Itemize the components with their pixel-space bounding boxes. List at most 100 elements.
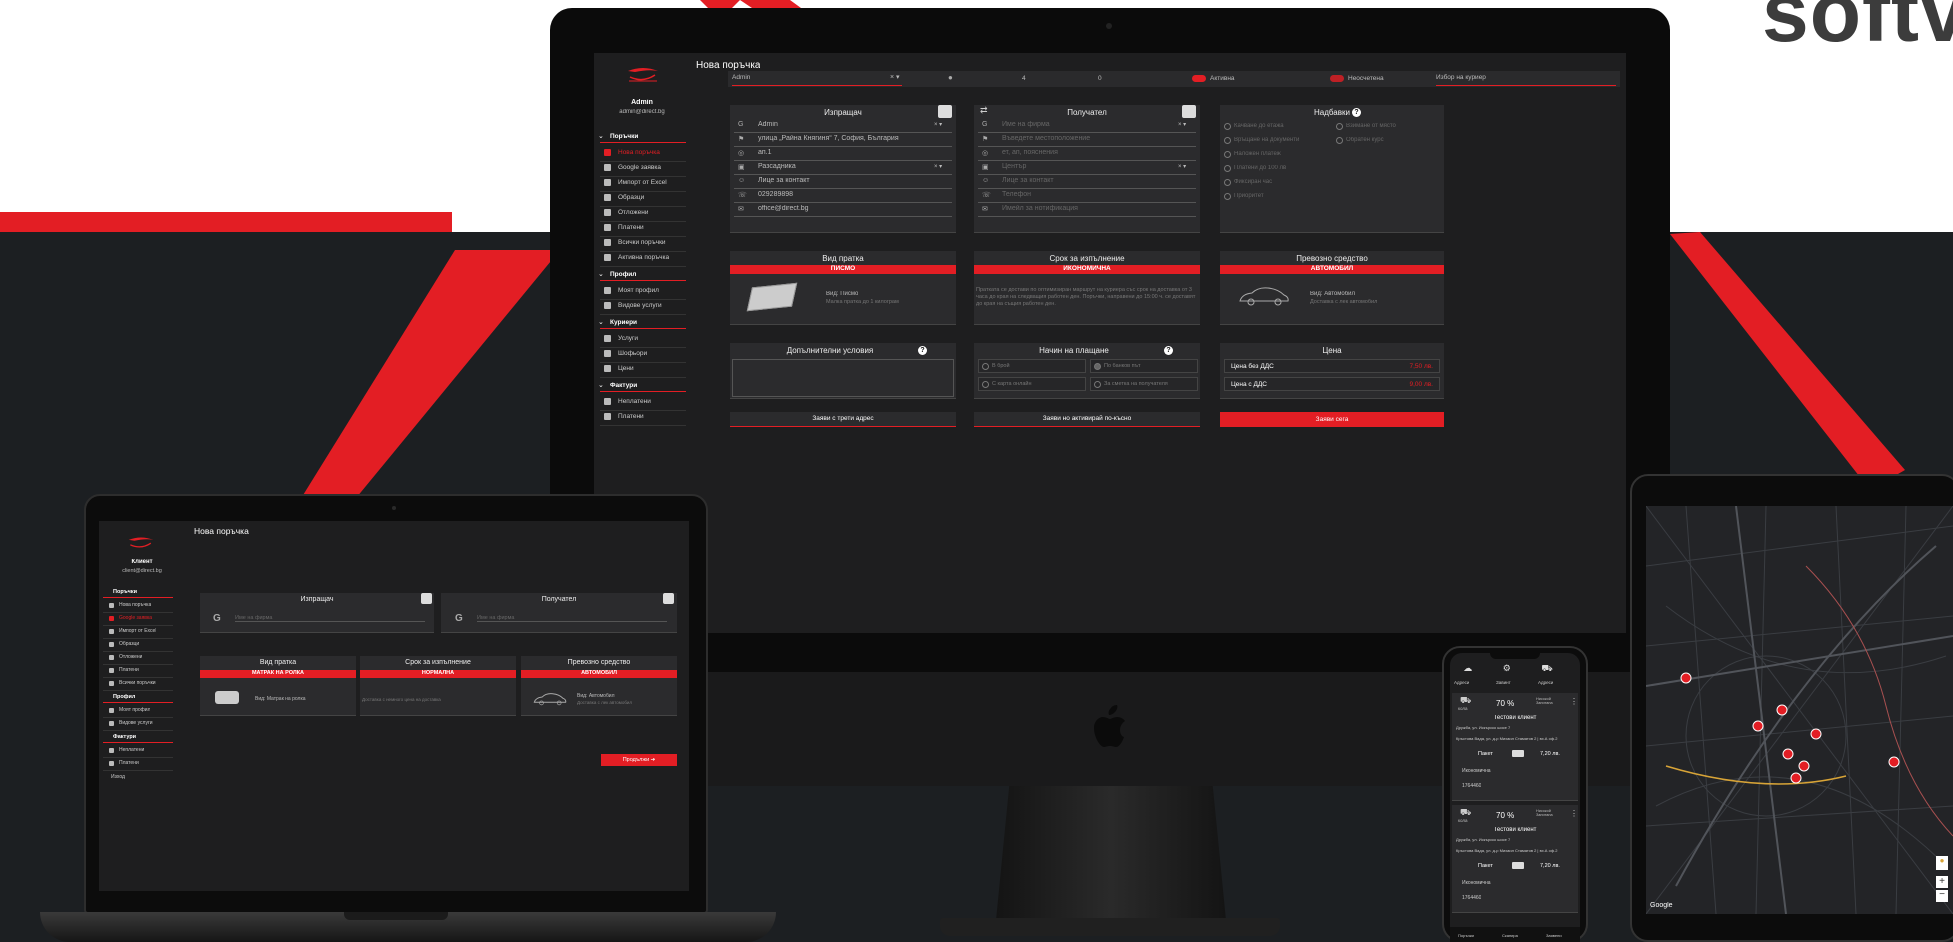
address-field[interactable]: ет, ап, пояснения — [978, 149, 1196, 161]
phone-tab[interactable]: Адреси — [1538, 680, 1553, 685]
surcharge-radio[interactable] — [1224, 165, 1231, 172]
laptop-vehicle-select[interactable]: АВТОМОБИЛ — [521, 670, 677, 678]
laptop-sender-company-input[interactable]: Име на фирма — [235, 615, 425, 622]
vehicle-select[interactable]: АВТОМОБИЛ — [1220, 265, 1444, 274]
sidebar-item[interactable]: Всички поръчки — [103, 680, 173, 691]
sidebar-item[interactable]: Платени — [600, 413, 686, 426]
sidebar-item[interactable]: Видове услуги — [600, 302, 686, 315]
payment-option[interactable]: По банков път — [1090, 359, 1198, 373]
logout-link[interactable]: Изход — [111, 774, 125, 780]
sidebar-item[interactable]: Моят профил — [600, 287, 686, 300]
sidebar-item[interactable]: Импорт от Excel — [600, 179, 686, 192]
sidebar-item[interactable]: Google заявка — [103, 615, 173, 626]
map-pegman-icon[interactable]: ● — [1936, 856, 1948, 870]
surcharge-radio[interactable] — [1224, 193, 1231, 200]
address-field[interactable]: Лице за контакт — [978, 177, 1196, 189]
address-field[interactable]: Въведете местоположение — [978, 135, 1196, 147]
order-card[interactable]: ⛟ кола 70 % Нисокой Запитана ⋮ Тестови клиент… — [1452, 693, 1578, 801]
surcharge-radio[interactable] — [1336, 137, 1343, 144]
sidebar-item[interactable]: Неплатени — [103, 747, 173, 758]
address-field[interactable]: Имейл за нотификация — [978, 205, 1196, 217]
sidebar-item[interactable]: Шофьори — [600, 350, 686, 363]
nav-section-title[interactable]: Поръчки — [103, 589, 173, 598]
order-now-button[interactable]: Заяви сега — [1220, 412, 1444, 427]
address-field[interactable]: Разсадника — [734, 163, 952, 175]
laptop-shipment-select[interactable]: МАТРАК НА РОЛКА — [200, 670, 356, 678]
address-field[interactable]: office@direct.bg — [734, 205, 952, 217]
order-later-button[interactable]: Заяви но активирай по-късно — [974, 412, 1200, 427]
laptop-receiver-company-input[interactable]: Име на фирма — [477, 615, 667, 622]
phone-bottom-nav-item[interactable]: Сканира — [1502, 933, 1518, 938]
sidebar-item[interactable]: Активна поръчка — [600, 254, 686, 267]
sidebar-item[interactable]: Платени — [103, 667, 173, 678]
map-zoom-in-button[interactable]: + — [1936, 876, 1948, 888]
payment-option[interactable]: В брой — [978, 359, 1086, 373]
toggle-active[interactable] — [1192, 75, 1206, 82]
laptop-deadline-select[interactable]: НОРМАЛНА — [360, 670, 516, 678]
sidebar-item[interactable]: Платени — [600, 224, 686, 237]
order-third-address-button[interactable]: Заяви с трети адрес — [730, 412, 956, 427]
address-field[interactable]: Лице за контакт — [734, 177, 952, 189]
payment-help-icon[interactable]: ? — [1164, 346, 1173, 355]
laptop-receiver-address-icon[interactable] — [663, 593, 674, 604]
phone-tab[interactable]: Адреси — [1454, 680, 1469, 685]
nav-section-title[interactable]: Профил — [103, 694, 173, 703]
extra-textarea[interactable] — [732, 359, 954, 397]
sidebar-item[interactable]: Моят профил — [103, 707, 173, 718]
help-icon[interactable]: ? — [1352, 108, 1361, 117]
address-field[interactable]: Име на фирма — [978, 121, 1196, 133]
courier-select[interactable]: Избор на куриер — [1436, 74, 1616, 86]
sidebar-item[interactable]: Отложени — [103, 654, 173, 665]
sidebar-item[interactable]: Образци — [103, 641, 173, 652]
clear-select-icon[interactable]: × ▾ — [934, 163, 942, 170]
extra-help-icon[interactable]: ? — [918, 346, 927, 355]
phone-tab[interactable]: Завинт — [1496, 680, 1511, 685]
phone-bottom-nav-item[interactable]: Поръчки — [1458, 933, 1474, 938]
sidebar-item[interactable]: Услуги — [600, 335, 686, 348]
nav-section-title[interactable]: Фактури — [103, 734, 173, 743]
surcharge-radio[interactable] — [1336, 123, 1343, 130]
clear-select-icon[interactable]: × ▾ — [1178, 163, 1186, 170]
sidebar-item[interactable]: Неплатени — [600, 398, 686, 411]
sender-address-book-icon[interactable] — [938, 105, 952, 118]
receiver-address-book-icon[interactable] — [1182, 105, 1196, 118]
sidebar-item[interactable]: Нова поръчка — [600, 149, 686, 162]
laptop-sender-address-icon[interactable] — [421, 593, 432, 604]
address-field[interactable]: 029289898 — [734, 191, 952, 203]
shipment-type-select[interactable]: ПИСМО — [730, 265, 956, 274]
sidebar-item[interactable]: Платени — [103, 760, 173, 771]
sidebar-item[interactable]: Отложени — [600, 209, 686, 222]
sidebar-item[interactable]: Цени — [600, 365, 686, 378]
surcharge-radio[interactable] — [1224, 151, 1231, 158]
sidebar-item[interactable]: Импорт от Excel — [103, 628, 173, 639]
toggle-unpaid[interactable] — [1330, 75, 1344, 82]
client-select-clear-icon[interactable]: × ▾ — [890, 73, 900, 81]
address-field[interactable]: Телефон — [978, 191, 1196, 203]
surcharge-radio[interactable] — [1224, 179, 1231, 186]
address-field[interactable]: Admin — [734, 121, 952, 133]
address-field[interactable]: Център — [978, 163, 1196, 175]
map-zoom-out-button[interactable]: − — [1936, 890, 1948, 902]
clear-select-icon[interactable]: × ▾ — [934, 121, 942, 128]
sidebar-item[interactable]: Образци — [600, 194, 686, 207]
client-select[interactable]: Admin — [732, 74, 902, 86]
more-icon[interactable]: ⋮ — [1570, 809, 1578, 818]
phone-bottom-nav-item[interactable]: Заявени — [1546, 933, 1562, 938]
clear-select-icon[interactable]: × ▾ — [1178, 121, 1186, 128]
payment-option[interactable]: За сметка на получателя — [1090, 377, 1198, 391]
sidebar-item[interactable]: Всички поръчки — [600, 239, 686, 252]
nav-section-title[interactable]: Куриери — [600, 319, 686, 329]
nav-section-title[interactable]: Поръчки — [600, 133, 686, 143]
address-field[interactable]: улица „Райна Княгиня“ 7, София, България — [734, 135, 952, 147]
sidebar-item[interactable]: Google заявка — [600, 164, 686, 177]
address-field[interactable]: ап.1 — [734, 149, 952, 161]
surcharge-radio[interactable] — [1224, 123, 1231, 130]
deadline-select[interactable]: ИКОНОМИЧНА — [974, 265, 1200, 274]
payment-option[interactable]: С карта онлайн — [978, 377, 1086, 391]
order-card[interactable]: ⛟ кола 70 % Нисокой Запитана ⋮ Тестови клиент… — [1452, 805, 1578, 913]
nav-section-title[interactable]: Фактури — [600, 382, 686, 392]
surcharge-radio[interactable] — [1224, 137, 1231, 144]
nav-section-title[interactable]: Профил — [600, 271, 686, 281]
sidebar-item[interactable]: Видове услуги — [103, 720, 173, 731]
laptop-continue-button[interactable]: Продължи ➔ — [601, 754, 677, 766]
